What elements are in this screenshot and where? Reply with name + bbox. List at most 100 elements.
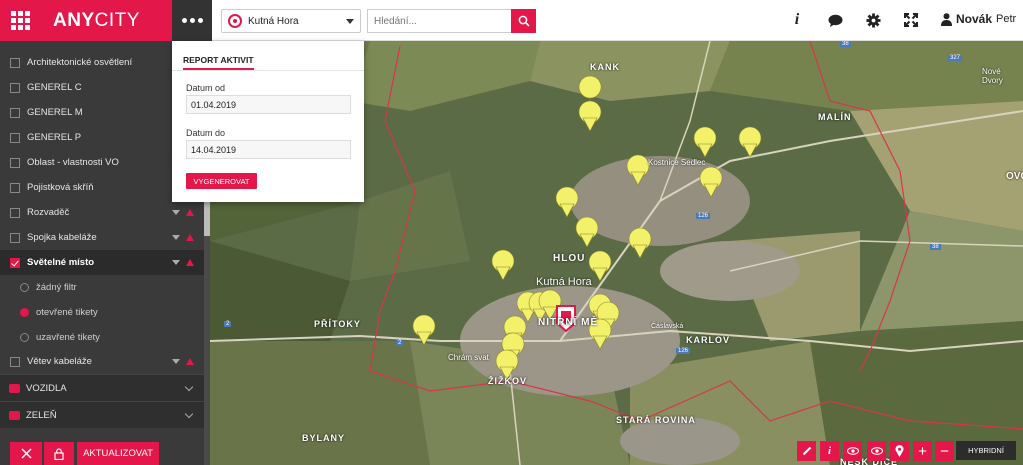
date-to-field[interactable]: 14.04.2019 <box>186 140 351 159</box>
chevron-down-icon <box>346 18 354 24</box>
filter-radio-selected[interactable] <box>20 308 29 317</box>
plus-icon: + <box>918 442 927 460</box>
layer-checkbox[interactable] <box>10 57 20 68</box>
group-vozidla[interactable]: VOZIDLA <box>0 374 204 401</box>
group-label: ZELEŇ <box>26 409 57 421</box>
layer-checkbox[interactable] <box>10 207 20 218</box>
chevron-down-icon <box>184 409 194 418</box>
filter-radio[interactable] <box>20 283 29 292</box>
layer-checkbox[interactable] <box>10 356 20 367</box>
layer-label: GENEREL M <box>27 107 83 118</box>
city-select-value: Kutná Hora <box>248 15 299 27</box>
generate-button[interactable]: VYGENEROVAT <box>186 173 257 189</box>
report-tab[interactable]: REPORT AKTIVIT <box>183 55 254 70</box>
location-button[interactable] <box>890 441 909 461</box>
filter-option[interactable]: uzavřené tikety <box>0 325 204 350</box>
layer-label: Rozvaděč <box>27 207 70 218</box>
road-number: 2 <box>224 321 232 327</box>
road-number: 38 <box>930 244 941 250</box>
map-label: OVČ <box>1006 171 1023 182</box>
layer-checkbox[interactable] <box>10 82 20 93</box>
filter-option[interactable]: žádný filtr <box>0 275 204 300</box>
map-label: HLOU <box>553 253 586 264</box>
map-label: ŽIŽKOV <box>488 376 527 386</box>
group-zelen[interactable]: ZELEŇ <box>0 401 204 428</box>
pencil-icon <box>802 446 811 456</box>
apps-grid-icon[interactable] <box>11 10 31 31</box>
zoom-out-button[interactable]: − <box>935 441 954 461</box>
more-menu-button[interactable] <box>172 0 212 41</box>
layer-item[interactable]: Spojka kabeláže <box>0 225 204 250</box>
filter-label: uzavřené tikety <box>36 332 100 343</box>
info-icon[interactable]: i <box>787 10 807 30</box>
sidebar-actions: AKTUALIZOVAT <box>0 436 204 465</box>
group-label: VOZIDLA <box>26 382 67 394</box>
layer-item[interactable]: Rozvaděč <box>0 200 204 225</box>
filter-icon[interactable] <box>172 210 180 215</box>
filter-icon[interactable] <box>172 260 180 265</box>
map-label: Nové Dvory <box>982 67 1003 85</box>
user-first-name: Petr <box>996 13 1017 25</box>
map-label: Kostnice Sedlec <box>648 158 706 167</box>
map-info-button[interactable]: i <box>820 441 839 461</box>
date-from-field[interactable]: 01.04.2019 <box>186 95 351 114</box>
visibility-button-2[interactable] <box>867 441 886 461</box>
layer-label: Větev kabeláže <box>27 356 92 367</box>
filter-icon[interactable] <box>172 235 180 240</box>
map-label: STARÁ ROVINA <box>616 415 696 425</box>
filter-icon[interactable] <box>172 359 180 364</box>
divider <box>172 70 364 71</box>
filter-option[interactable]: otevřené tikety <box>0 300 204 325</box>
layer-checkbox-checked[interactable] <box>10 257 20 268</box>
map-label: KARLOV <box>686 335 730 345</box>
filter-radio[interactable] <box>20 333 29 342</box>
chat-icon[interactable] <box>825 10 845 30</box>
map-label: Chrám svat <box>448 353 489 362</box>
user-menu[interactable]: Novák Petr <box>941 12 1016 26</box>
eye-icon <box>870 447 883 455</box>
layer-label: GENEREL C <box>27 82 82 93</box>
fullscreen-icon[interactable] <box>901 10 921 30</box>
minus-icon: − <box>940 442 949 460</box>
info-icon: i <box>827 445 832 457</box>
road-number: 2 <box>396 340 404 346</box>
warning-icon[interactable] <box>186 209 194 216</box>
map-type-button[interactable]: HYBRIDNÍ <box>956 441 1016 460</box>
layer-checkbox[interactable] <box>10 107 20 118</box>
map-label: Kutná Hora <box>536 276 592 288</box>
road-number: 38 <box>840 41 851 47</box>
layer-checkbox[interactable] <box>10 157 20 168</box>
visibility-button[interactable] <box>843 441 862 461</box>
lock-button[interactable] <box>44 442 74 465</box>
date-from-label: Datum od <box>186 83 226 93</box>
layer-item[interactable]: Větev kabeláže <box>0 349 204 374</box>
warning-icon[interactable] <box>186 358 194 365</box>
close-button[interactable] <box>10 442 42 465</box>
warning-icon[interactable] <box>186 234 194 241</box>
search-button[interactable] <box>511 9 536 33</box>
layer-label: Světelné místo <box>27 257 95 268</box>
edit-button[interactable] <box>797 441 816 461</box>
map-label: Čáslavská <box>651 323 684 330</box>
layer-checkbox[interactable] <box>10 232 20 243</box>
city-select[interactable]: Kutná Hora <box>221 9 361 33</box>
search-icon <box>518 15 530 27</box>
warning-icon[interactable] <box>186 259 194 266</box>
layer-label: Architektonické osvětlení <box>27 57 133 68</box>
gear-icon[interactable] <box>863 10 883 30</box>
map-label: PŘÍTOKY <box>314 319 361 329</box>
map-label: KANK <box>590 62 620 72</box>
layer-checkbox[interactable] <box>10 132 20 143</box>
lock-icon <box>54 447 64 460</box>
date-to-label: Datum do <box>186 128 226 138</box>
layers-icon <box>9 410 20 420</box>
update-button[interactable]: AKTUALIZOVAT <box>77 442 159 465</box>
search-input[interactable] <box>367 9 512 33</box>
layer-label: GENEREL P <box>27 132 82 143</box>
layer-checkbox[interactable] <box>10 182 20 193</box>
zoom-in-button[interactable]: + <box>913 441 932 461</box>
layer-item-active[interactable]: Světelné místo <box>0 250 204 275</box>
layer-label: Pojistková skříň <box>27 182 94 193</box>
target-icon <box>228 14 242 28</box>
top-bar: ANYCITY Kutná Hora i NovákPetr <box>0 0 1023 41</box>
